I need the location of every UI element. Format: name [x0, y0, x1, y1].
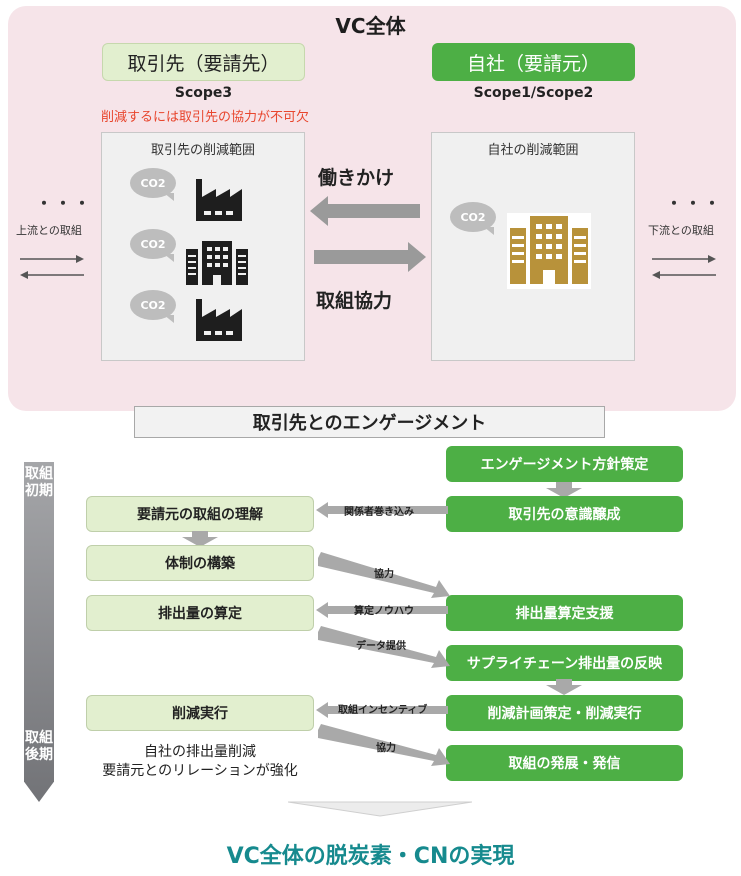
connector-label-cooperation-2: 協力 — [376, 743, 396, 754]
supplier-scope: Scope3 — [174, 85, 233, 101]
self-range-title: 自社の削減範囲 — [487, 143, 579, 158]
step-build-structure: 体制の構築 — [86, 545, 314, 581]
supplier-cooperation-note: 削減するには取引先の協力が不可欠 — [100, 110, 309, 125]
connector-label-incentive: 取組インセンティブ — [338, 705, 428, 716]
connector-label-data-provision: データ提供 — [356, 641, 406, 652]
cooperation-label: 取組協力 — [316, 290, 393, 312]
upstream-label: 上流との取組 — [16, 224, 82, 237]
engagement-push-label: 働きかけ — [318, 167, 395, 189]
phase-start-label: 取組 初期 — [25, 466, 53, 499]
co2-bubble-icon: CO2 — [450, 202, 496, 232]
self-role-box: 自社（要請元） — [432, 43, 635, 81]
self-building-tile — [507, 213, 591, 289]
arrow-down-icon — [546, 679, 582, 695]
step-awareness-building: 取引先の意識醸成 — [446, 496, 683, 532]
co2-bubble-icon: CO2 — [130, 168, 176, 198]
downstream-label: 下流との取組 — [648, 224, 714, 237]
step-development-dissemination: 取組の発展・発信 — [446, 745, 683, 781]
step-reduction-planning: 削減計画策定・削減実行 — [446, 695, 683, 731]
step-understand-requester: 要請元の取組の理解 — [86, 496, 314, 532]
arrow-left-icon — [310, 196, 420, 226]
step-engagement-policy: エンゲージメント方針策定 — [446, 446, 683, 482]
self-scope: Scope1/Scope2 — [473, 85, 594, 101]
co2-bubble-icon: CO2 — [130, 290, 176, 320]
upstream-ellipsis: ・・・ — [36, 194, 94, 213]
self-office-building-icon — [510, 216, 588, 284]
step-execute-reduction: 削減実行 — [86, 695, 314, 731]
arrow-right-icon — [314, 242, 426, 272]
phase-end-label: 取組 後期 — [25, 730, 53, 763]
conclusion-title: VC全体の脱炭素・CNの実現 — [226, 844, 515, 869]
co2-bubble-icon: CO2 — [130, 229, 176, 259]
factory-icon — [196, 179, 242, 221]
office-building-icon — [186, 241, 248, 285]
step-calculation-support: 排出量算定支援 — [446, 595, 683, 631]
bidirectional-arrows-icon — [20, 255, 84, 279]
connector-label-calculation-knowhow: 算定ノウハウ — [354, 606, 414, 617]
engagement-title: 取引先とのエンゲージメント — [134, 406, 605, 438]
supplier-reduction-range: 取引先の削減範囲 CO2 CO2 CO2 — [101, 132, 305, 361]
outcome-text: 自社の排出量削減 要請元とのリレーションが強化 — [102, 744, 298, 779]
bidirectional-arrows-icon — [652, 255, 716, 279]
supplier-role-box: 取引先（要請先） — [102, 43, 305, 81]
self-reduction-range: 自社の削減範囲 CO2 — [431, 132, 635, 361]
value-chain-title: VC全体 — [335, 14, 406, 38]
step-supply-chain-reflection: サプライチェーン排出量の反映 — [446, 645, 683, 681]
supplier-range-title: 取引先の削減範囲 — [150, 143, 255, 158]
connector-label-cooperation: 協力 — [374, 569, 394, 580]
step-calculate-emissions: 排出量の算定 — [86, 595, 314, 631]
downstream-ellipsis: ・・・ — [666, 194, 724, 213]
connector-label-involve-stakeholders: 関係者巻き込み — [344, 507, 414, 518]
factory-icon — [196, 299, 242, 341]
conclusion-down-arrow-icon — [288, 801, 472, 817]
